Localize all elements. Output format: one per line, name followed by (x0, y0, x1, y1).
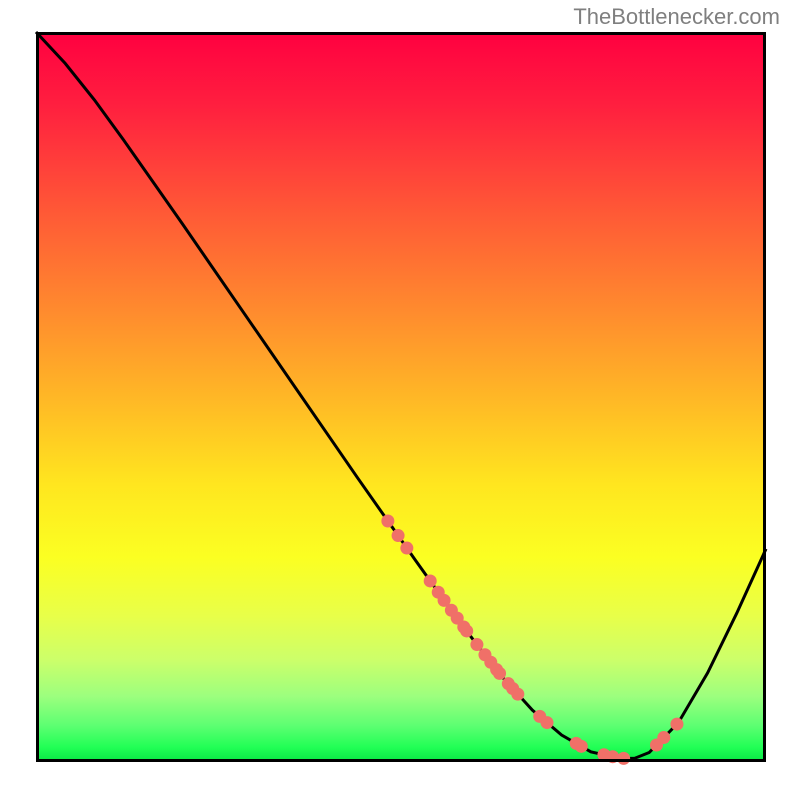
data-point (617, 752, 630, 765)
data-point (606, 750, 619, 763)
data-point (392, 529, 405, 542)
data-point (575, 740, 588, 753)
data-point (541, 716, 554, 729)
curve-line (36, 32, 766, 758)
watermark-text: TheBottlenecker.com (573, 4, 780, 30)
scatter-points (381, 514, 683, 764)
data-point (424, 574, 437, 587)
data-point (400, 542, 413, 555)
data-point (381, 514, 394, 527)
data-point (493, 667, 506, 680)
chart-svg (36, 32, 766, 762)
data-point (670, 718, 683, 731)
data-point (460, 624, 473, 637)
data-point (470, 638, 483, 651)
data-point (511, 688, 524, 701)
chart-container: TheBottlenecker.com (0, 0, 800, 800)
data-point (657, 731, 670, 744)
